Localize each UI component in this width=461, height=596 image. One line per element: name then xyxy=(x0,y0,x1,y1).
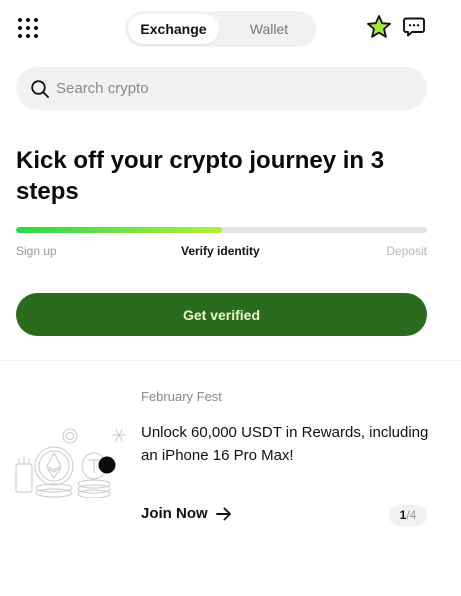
arrow-right-icon xyxy=(215,507,231,521)
step-verify-identity: Verify identity xyxy=(181,244,260,258)
tab-exchange[interactable]: Exchange xyxy=(128,14,219,44)
join-now-link[interactable]: Join Now xyxy=(141,505,232,522)
apps-grid-icon[interactable] xyxy=(16,16,40,40)
section-divider xyxy=(0,360,461,361)
promo-title: Unlock 60,000 USDT in Rewards, including… xyxy=(141,424,429,464)
star-icon[interactable] xyxy=(366,14,392,40)
search-input[interactable] xyxy=(56,67,416,110)
onboarding-headline: Kick off your crypto journey in 3 steps xyxy=(16,147,385,205)
onboarding-progress-bar xyxy=(16,227,427,233)
promo-pager: 1/4 xyxy=(389,505,427,526)
promo-kicker: February Fest xyxy=(141,389,222,404)
search-icon xyxy=(31,80,49,98)
step-labels: Sign up Verify identity Deposit xyxy=(16,244,427,260)
search-bar[interactable] xyxy=(16,67,427,110)
tab-wallet[interactable]: Wallet xyxy=(225,14,313,44)
join-now-label: Join Now xyxy=(141,505,208,522)
step-sign-up: Sign up xyxy=(16,244,57,258)
pager-total: /4 xyxy=(406,508,417,522)
top-bar: Exchange Wallet xyxy=(0,0,461,58)
chat-icon[interactable] xyxy=(402,15,426,39)
progress-fill xyxy=(16,227,222,233)
promo-illustration xyxy=(15,428,126,498)
step-deposit: Deposit xyxy=(386,244,427,258)
mode-switcher: Exchange Wallet xyxy=(125,11,316,47)
get-verified-button[interactable]: Get verified xyxy=(16,293,427,336)
